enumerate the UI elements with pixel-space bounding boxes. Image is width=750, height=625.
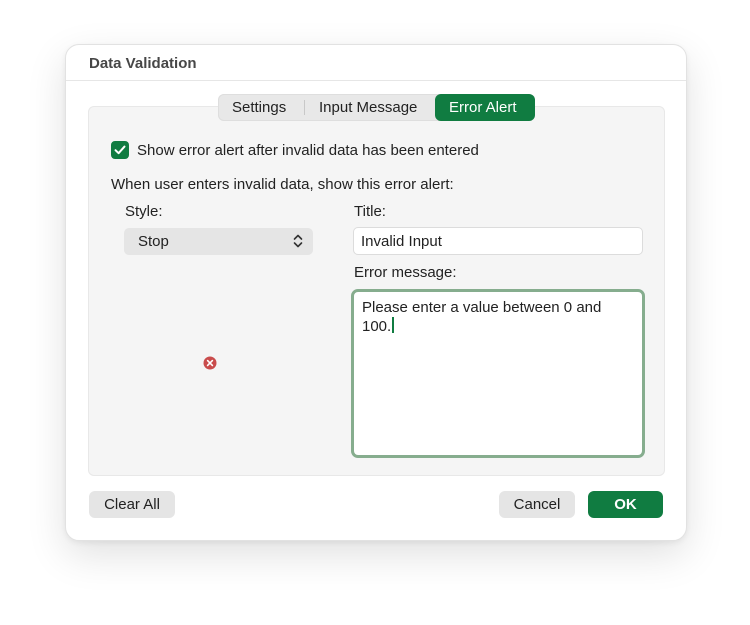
dialog-title: Data Validation — [89, 55, 197, 72]
style-label: Style: — [125, 203, 163, 220]
updown-chevron-icon — [293, 234, 303, 248]
ok-button[interactable]: OK — [588, 491, 663, 518]
error-message-text: Please enter a value between 0 and 100. — [362, 299, 606, 335]
title-divider — [66, 80, 686, 81]
clear-all-button[interactable]: Clear All — [89, 491, 175, 518]
error-message-label: Error message: — [354, 264, 457, 281]
tab-bar: Settings Input Message Error Alert — [218, 94, 535, 121]
title-label: Title: — [354, 203, 386, 220]
title-input[interactable] — [353, 227, 643, 255]
stop-error-icon — [203, 356, 217, 370]
style-select[interactable]: Stop — [124, 228, 313, 255]
tab-settings[interactable]: Settings — [218, 94, 304, 121]
show-error-alert-checkbox[interactable] — [111, 141, 129, 159]
intro-text: When user enters invalid data, show this… — [111, 176, 454, 193]
cancel-button[interactable]: Cancel — [499, 491, 575, 518]
checkmark-icon — [114, 145, 126, 155]
text-cursor — [392, 317, 395, 333]
show-error-alert-label[interactable]: Show error alert after invalid data has … — [137, 142, 479, 159]
tab-input-message[interactable]: Input Message — [305, 94, 435, 121]
error-message-textarea[interactable]: Please enter a value between 0 and 100. — [351, 289, 645, 458]
data-validation-dialog: Data Validation Settings Input Message E… — [65, 44, 687, 541]
tab-error-alert[interactable]: Error Alert — [435, 94, 535, 121]
style-select-value: Stop — [138, 233, 169, 250]
